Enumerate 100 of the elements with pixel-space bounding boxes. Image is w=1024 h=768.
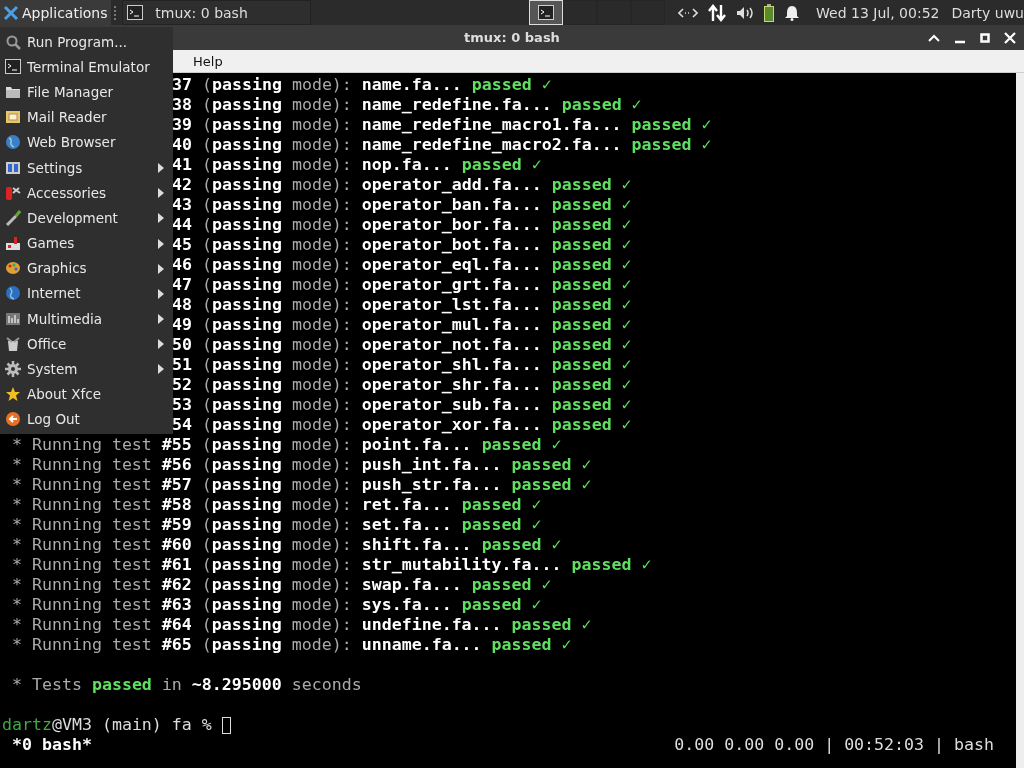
user-name[interactable]: Darty uwu xyxy=(951,4,1024,21)
test-result: passed ✓ xyxy=(551,235,632,254)
terminal-text: (passing mode): xyxy=(201,535,352,554)
menu-item[interactable]: Run Program... xyxy=(0,29,173,55)
terminal-text: (passing mode): xyxy=(202,275,352,294)
menu-item[interactable]: Mail Reader xyxy=(0,104,173,130)
file-name: operator_eql.fa... xyxy=(361,255,542,274)
menu-item[interactable]: Accessories xyxy=(0,180,173,206)
file-name: str_mutability.fa... xyxy=(361,555,562,574)
terminal-text: (passing mode): xyxy=(202,235,352,254)
menu-item[interactable]: Settings xyxy=(0,154,173,181)
test-result: passed ✓ xyxy=(471,75,552,94)
test-number: 47 xyxy=(172,275,192,294)
test-result: passed ✓ xyxy=(551,195,632,214)
terminal-text: (passing mode): xyxy=(202,295,352,314)
test-result: passed ✓ xyxy=(551,335,632,354)
close-icon[interactable] xyxy=(1004,31,1016,44)
file-name: name_redefine_macro1.fa... xyxy=(361,115,622,134)
test-number: 44 xyxy=(172,215,192,234)
file-name: name.fa... xyxy=(361,75,462,94)
taskbar-button[interactable]: tmux: 0 bash xyxy=(122,0,311,25)
file-name: nop.fa... xyxy=(361,155,452,174)
battery-icon[interactable] xyxy=(764,3,775,22)
menu-item[interactable]: Terminal Emulator xyxy=(0,54,173,80)
terminal-text: (passing mode): xyxy=(202,395,352,414)
file-name: name_redefine.fa... xyxy=(361,95,552,114)
star-icon xyxy=(5,386,21,403)
menu-item[interactable]: Help xyxy=(193,53,223,69)
menu-item[interactable]: About Xfce xyxy=(0,381,173,407)
test-result: passed ✓ xyxy=(491,635,572,654)
workspace-button[interactable] xyxy=(562,0,597,25)
terminal-text: * Tests xyxy=(11,675,83,694)
test-number: 50 xyxy=(172,335,192,354)
menu-item[interactable]: Games xyxy=(0,230,173,256)
tmux-status: 0.00 0.00 0.00 | 00:52:03 | bash xyxy=(674,735,994,755)
test-number: 38 xyxy=(172,95,192,114)
tmux-window-tab[interactable]: *0 bash* xyxy=(2,735,92,755)
xfce-logo-icon xyxy=(3,4,19,21)
terminal-text: (passing mode): xyxy=(201,635,352,654)
file-name: swap.fa... xyxy=(361,575,462,594)
terminal-text: * Running test xyxy=(11,555,153,574)
test-number: 37 xyxy=(172,75,192,94)
menu-item[interactable]: Internet xyxy=(0,280,173,307)
file-name: shift.fa... xyxy=(361,535,472,554)
test-result: passed ✓ xyxy=(551,395,632,414)
file-name: operator_lst.fa... xyxy=(361,295,542,314)
logout-icon xyxy=(5,411,21,428)
terminal-text: (passing mode): xyxy=(202,115,352,134)
terminal-text: * Running test xyxy=(11,615,153,634)
test-result: passed ✓ xyxy=(631,135,712,154)
test-result: passed ✓ xyxy=(571,555,652,574)
test-number: 46 xyxy=(172,255,192,274)
file-name: operator_grt.fa... xyxy=(361,275,542,294)
file-name: point.fa... xyxy=(361,435,472,454)
file-name: set.fa... xyxy=(361,515,452,534)
terminal-text: (passing mode): xyxy=(201,555,352,574)
menu-item[interactable]: Graphics xyxy=(0,255,173,281)
menu-item[interactable]: Development xyxy=(0,205,173,231)
test-number: 41 xyxy=(172,155,192,174)
test-result: passed ✓ xyxy=(511,455,592,474)
menu-item[interactable]: System xyxy=(0,356,173,382)
shade-icon[interactable] xyxy=(928,33,940,42)
file-name: name_redefine_macro2.fa... xyxy=(361,135,622,154)
test-number: #56 xyxy=(161,455,192,474)
file-name: operator_ban.fa... xyxy=(361,195,542,214)
clock[interactable]: Wed 13 Jul, 00:52 xyxy=(816,4,940,21)
toolbox-icon xyxy=(5,184,21,201)
terminal-text: (passing mode): xyxy=(202,335,352,354)
applications-menu-button[interactable]: Applications xyxy=(0,0,111,25)
test-number: #59 xyxy=(161,515,192,534)
transfer-arrows-icon[interactable] xyxy=(708,3,727,22)
palette-icon xyxy=(5,260,21,277)
test-number: #57 xyxy=(161,475,192,494)
test-result: passed ✓ xyxy=(551,375,632,394)
file-name: operator_not.fa... xyxy=(361,335,542,354)
test-result: passed ✓ xyxy=(551,175,632,194)
menu-item[interactable]: File Manager xyxy=(0,79,173,105)
bell-icon[interactable] xyxy=(784,4,801,21)
terminal-text: (passing mode): xyxy=(201,435,352,454)
terminal-text: * Running test xyxy=(11,635,153,654)
maximize-icon[interactable] xyxy=(980,32,990,43)
terminal-text: * Running test xyxy=(11,495,153,514)
terminal-text: (passing mode): xyxy=(202,415,352,434)
file-name: operator_mul.fa... xyxy=(361,315,542,334)
test-result: passed ✓ xyxy=(551,355,632,374)
scrollbar[interactable] xyxy=(1016,73,1024,768)
test-result: passed xyxy=(91,675,152,694)
test-result: passed ✓ xyxy=(551,215,632,234)
test-number: #64 xyxy=(161,615,192,634)
menu-item[interactable]: Log Out xyxy=(0,406,173,432)
file-name: operator_shl.fa... xyxy=(361,355,542,374)
menu-item[interactable]: Office xyxy=(0,331,173,357)
terminal-text: (passing mode): xyxy=(201,575,352,594)
terminal-text: (passing mode): xyxy=(201,595,352,614)
menu-item[interactable]: Web Browser xyxy=(0,129,173,155)
menu-item[interactable]: Multimedia xyxy=(0,306,173,332)
test-number: #58 xyxy=(161,495,192,514)
gear-icon xyxy=(5,361,21,378)
terminal-text: * Running test xyxy=(11,475,153,494)
file-name: operator_bot.fa... xyxy=(361,235,542,254)
